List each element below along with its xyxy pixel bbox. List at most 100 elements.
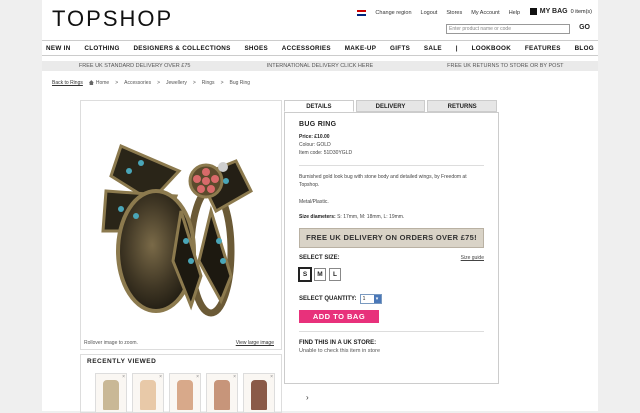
nav-clothing[interactable]: CLOTHING: [84, 45, 119, 52]
change-region-link[interactable]: Change region: [375, 10, 411, 16]
colour: Colour: GOLD: [299, 142, 331, 148]
recent-thumb[interactable]: ×: [206, 373, 238, 413]
utility-links: Change region Logout Stores My Account H…: [357, 10, 520, 16]
chevron-down-icon: ▾: [373, 295, 381, 303]
nav-blog[interactable]: BLOG: [575, 45, 594, 52]
close-icon[interactable]: ×: [159, 374, 162, 380]
size-diameters: Size diameters: S: 17mm, M: 18mm, L: 19m…: [299, 214, 484, 220]
find-in-store-status: Unable to check this item in store: [299, 348, 381, 354]
breadcrumb-home: Home: [88, 80, 109, 86]
product-meta: Price: £10.00 Colour: GOLD Item code: 51…: [299, 133, 484, 157]
bag-icon: [529, 8, 537, 15]
nav-shoes[interactable]: SHOES: [244, 45, 268, 52]
product-thumb-image: [103, 380, 119, 410]
product-details-panel: BUG RING Price: £10.00 Colour: GOLD Item…: [284, 112, 499, 384]
product-thumb-image: [214, 380, 230, 410]
size-diameters-values: S: 17mm, M: 18mm, L: 19mm.: [337, 214, 405, 220]
product-name: BUG RING: [299, 121, 337, 128]
my-account-link[interactable]: My Account: [471, 10, 499, 16]
divider: [299, 331, 484, 332]
nav-designers[interactable]: DESIGNERS & COLLECTIONS: [133, 45, 230, 52]
size-l-button[interactable]: L: [329, 268, 341, 281]
size-options: S M L: [298, 267, 484, 282]
product-image[interactable]: [80, 100, 282, 350]
breadcrumb-home-label[interactable]: Home: [96, 80, 109, 86]
nav-accessories[interactable]: ACCESSORIES: [282, 45, 331, 52]
search-input[interactable]: Enter product name or code: [446, 24, 570, 34]
help-link[interactable]: Help: [509, 10, 520, 16]
promo-strip: FREE UK STANDARD DELIVERY OVER £75 INTER…: [42, 61, 598, 71]
breadcrumb-jewellery[interactable]: Jewellery: [166, 80, 187, 86]
find-in-store-title: FIND THIS IN A UK STORE:: [299, 340, 377, 346]
price-value: £10.00: [314, 134, 330, 140]
nav-new-in[interactable]: NEW IN: [46, 45, 71, 52]
nav-features[interactable]: FEATURES: [525, 45, 561, 52]
chevron-right-icon[interactable]: ›: [306, 393, 309, 402]
recently-viewed-title: RECENTLY VIEWED: [87, 358, 157, 365]
item-code: Item code: 51D30YGLD: [299, 150, 353, 156]
breadcrumb-sep: >: [115, 80, 119, 86]
topshop-logo[interactable]: TOPSHOP: [52, 6, 173, 32]
nav-lookbook[interactable]: LOOKBOOK: [472, 45, 511, 52]
recent-thumb[interactable]: ×: [169, 373, 201, 413]
page: TOPSHOP Change region Logout Stores My A…: [42, 0, 598, 413]
nav-gifts[interactable]: GIFTS: [390, 45, 410, 52]
main-nav: NEW IN CLOTHING DESIGNERS & COLLECTIONS …: [42, 40, 598, 56]
search-go-button[interactable]: GO: [579, 24, 590, 31]
logout-link[interactable]: Logout: [421, 10, 438, 16]
my-bag[interactable]: MY BAG 0 item(s): [529, 8, 592, 15]
view-large-image-link[interactable]: View large image: [236, 340, 274, 346]
breadcrumb-sep: >: [192, 80, 196, 86]
nav-divider: |: [455, 44, 458, 52]
divider: [299, 165, 484, 166]
close-icon[interactable]: ×: [233, 374, 236, 380]
price-line: Price: £10.00: [299, 133, 484, 141]
home-icon: [88, 80, 94, 86]
recently-viewed: RECENTLY VIEWED × × × × × ›: [80, 354, 309, 413]
select-size-label: SELECT SIZE:: [299, 255, 340, 261]
product-thumb-image: [140, 380, 156, 410]
uk-flag-icon: [357, 10, 367, 16]
size-guide-link[interactable]: Size guide: [461, 255, 484, 261]
quantity-select[interactable]: 1 ▾: [359, 294, 382, 304]
quantity-value: 1: [362, 296, 366, 302]
recent-thumb[interactable]: ×: [95, 373, 127, 413]
close-icon[interactable]: ×: [196, 374, 199, 380]
promo-free-delivery[interactable]: FREE UK STANDARD DELIVERY OVER £75: [42, 61, 227, 71]
free-delivery-banner: FREE UK DELIVERY ON ORDERS OVER £75!: [299, 228, 484, 248]
product-material: Metal/Plastic.: [299, 199, 329, 205]
breadcrumb-rings[interactable]: Rings: [202, 80, 215, 86]
select-size-row: SELECT SIZE: Size guide: [299, 255, 484, 261]
breadcrumb-sep: >: [157, 80, 160, 86]
recent-thumb[interactable]: ×: [132, 373, 164, 413]
product-thumb-image: [251, 380, 267, 410]
my-bag-label: MY BAG: [539, 8, 568, 15]
stores-link[interactable]: Stores: [446, 10, 462, 16]
nav-sale[interactable]: SALE: [424, 45, 442, 52]
size-m-button[interactable]: M: [314, 268, 326, 281]
tab-returns[interactable]: RETURNS: [427, 100, 498, 112]
price-label: Price:: [299, 134, 313, 140]
quantity-row: SELECT QUANTITY: 1 ▾: [299, 294, 484, 304]
image-caption: Rollover image to zoom. View large image: [84, 340, 274, 346]
recent-thumb[interactable]: ×: [243, 373, 275, 413]
product-thumb-image: [177, 380, 193, 410]
bag-items-count: 0 item(s): [570, 8, 592, 15]
close-icon[interactable]: ×: [270, 374, 273, 380]
breadcrumb-accessories[interactable]: Accessories: [124, 80, 151, 86]
bug-ring-image: [101, 143, 253, 317]
rollover-hint: Rollover image to zoom.: [84, 340, 138, 346]
add-to-bag-button[interactable]: ADD TO BAG: [299, 310, 379, 323]
tab-details[interactable]: DETAILS: [284, 100, 354, 112]
size-s-button[interactable]: S: [298, 267, 312, 282]
recent-thumbs: × × × × ×: [95, 373, 275, 413]
promo-international[interactable]: INTERNATIONAL DELIVERY CLICK HERE: [227, 61, 412, 71]
close-icon[interactable]: ×: [122, 374, 125, 380]
size-diameters-label: Size diameters:: [299, 214, 336, 220]
select-quantity-label: SELECT QUANTITY:: [299, 296, 357, 302]
product-description: Burnished gold look bug with stone body …: [299, 174, 467, 188]
nav-make-up[interactable]: MAKE-UP: [345, 45, 376, 52]
tab-delivery[interactable]: DELIVERY: [355, 100, 426, 112]
promo-returns[interactable]: FREE UK RETURNS TO STORE OR BY POST: [413, 61, 598, 71]
back-to-rings-link[interactable]: Back to Rings: [52, 80, 83, 86]
